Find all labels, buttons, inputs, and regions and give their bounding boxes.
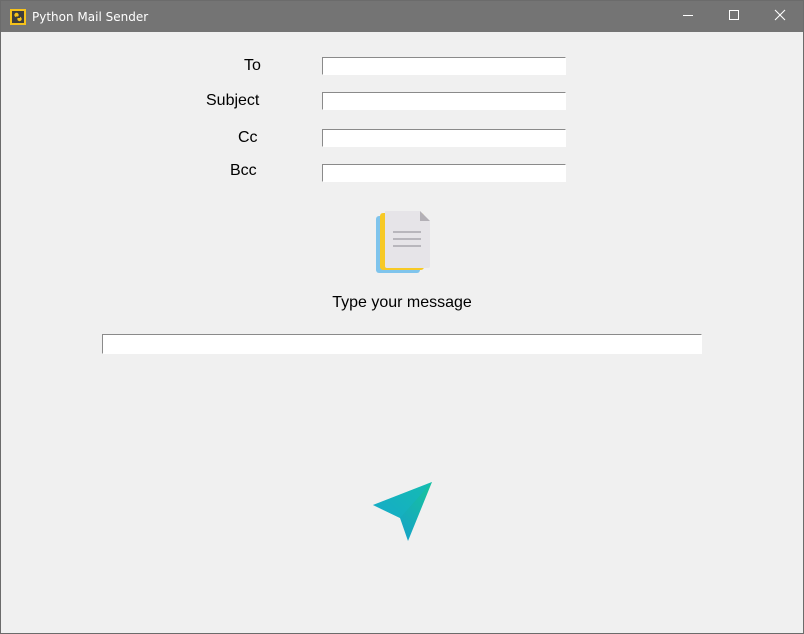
maximize-button[interactable] xyxy=(711,1,757,32)
minimize-button[interactable] xyxy=(665,1,711,32)
message-label: Type your message xyxy=(332,294,472,311)
title-bar[interactable]: Python Mail Sender xyxy=(1,1,803,32)
maximize-icon xyxy=(728,8,740,26)
to-field[interactable] xyxy=(322,57,566,75)
minimize-icon xyxy=(682,8,694,26)
cc-label: Cc xyxy=(238,129,258,146)
to-label: To xyxy=(244,57,261,74)
subject-label: Subject xyxy=(206,92,260,109)
document-icon xyxy=(374,210,432,276)
bcc-label: Bcc xyxy=(230,162,257,179)
send-button[interactable] xyxy=(367,479,439,547)
python-app-icon xyxy=(10,9,26,25)
mail-sender-window: Python Mail Sender To Subject Cc Bcc Typ… xyxy=(0,0,804,634)
message-field[interactable] xyxy=(102,334,702,354)
mail-form: To Subject Cc Bcc Type your message xyxy=(1,32,803,633)
paper-plane-icon xyxy=(367,482,439,551)
window-title: Python Mail Sender xyxy=(32,10,149,24)
close-icon xyxy=(774,8,786,26)
subject-field[interactable] xyxy=(322,92,566,110)
close-button[interactable] xyxy=(757,1,803,32)
cc-field[interactable] xyxy=(322,129,566,147)
bcc-field[interactable] xyxy=(322,164,566,182)
